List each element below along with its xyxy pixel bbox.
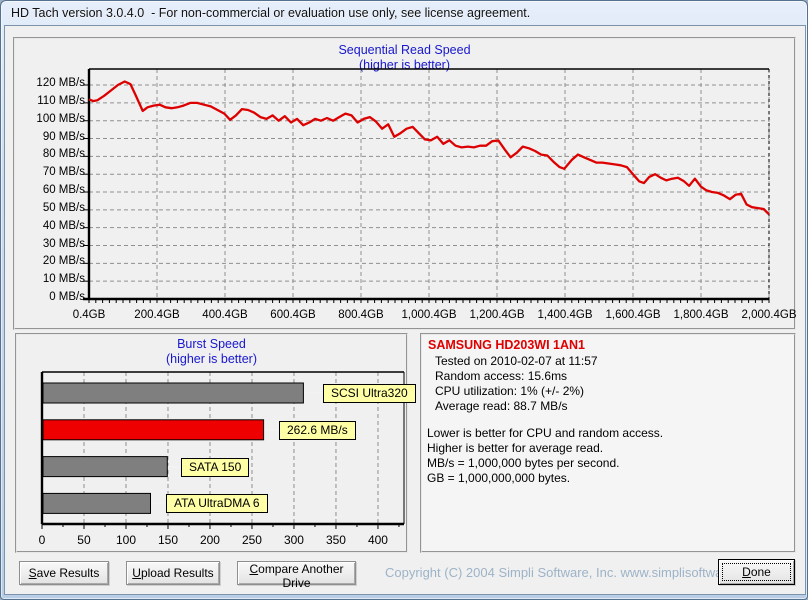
burst-bar-tag: SATA 150: [181, 457, 250, 477]
burst-bar-tag: 262.6 MB/s: [279, 420, 356, 440]
copyright-text: Copyright (C) 2004 Simpli Software, Inc.…: [385, 565, 763, 580]
drive-stat-line: Tested on 2010-02-07 at 11:57: [435, 354, 598, 368]
y-axis-label: 40 MB/s: [42, 219, 85, 232]
y-axis-label: 20 MB/s: [42, 255, 85, 268]
burst-x-axis-label: 50: [77, 533, 91, 547]
y-axis-label: 120 MB/s: [36, 77, 85, 90]
y-axis-label: 110 MB/s: [37, 94, 85, 107]
burst-x-axis-label: 200: [199, 533, 220, 547]
drive-info-panel: SAMSUNG HD203WI 1AN1 Tested on 2010-02-0…: [420, 333, 796, 553]
y-axis-label: 0 MB/s: [49, 291, 85, 303]
burst-chart-title-line2: (higher is better): [165, 352, 257, 366]
burst-x-axis-label: 350: [325, 533, 346, 547]
burst-speed-panel: Burst Speed (higher is better) SCSI Ultr…: [15, 333, 416, 553]
burst-chart-title-line1: Burst Speed: [177, 337, 246, 351]
hd-tach-window: HD Tach version 3.0.4.0 - For non-commer…: [0, 0, 808, 600]
burst-x-axis-label: 100: [115, 533, 136, 547]
x-axis-label: 2,000.4GB: [741, 309, 797, 321]
upload-results-button[interactable]: Upload Results: [126, 561, 220, 585]
burst-bar-tag: SCSI Ultra320: [323, 384, 416, 403]
burst-x-axis-label: 150: [157, 533, 178, 547]
drive-stats: Tested on 2010-02-07 at 11:57 Random acce…: [435, 354, 598, 414]
y-axis-label: 10 MB/s: [42, 273, 85, 286]
sequential-chart-title-line1: Sequential Read Speed: [338, 43, 471, 57]
burst-bar: [42, 382, 304, 404]
drive-stat-line: CPU utilization: 1% (+/- 2%): [435, 384, 585, 398]
y-axis-label: 60 MB/s: [42, 184, 85, 197]
drive-stat-line: Average read: 88.7 MB/s: [435, 399, 568, 413]
drive-note-line: GB = 1,000,000,000 bytes.: [427, 471, 571, 485]
drive-note-line: Lower is better for CPU and random acces…: [427, 426, 664, 440]
burst-bar: [42, 492, 151, 514]
y-axis-label: 50 MB/s: [42, 201, 85, 214]
y-axis-label: 100 MB/s: [36, 112, 85, 125]
drive-stat-line: Random access: 15.6ms: [435, 369, 568, 383]
y-axis-label: 70 MB/s: [42, 166, 85, 179]
burst-bar: [42, 456, 168, 478]
window-client-area: Sequential Read Speed (higher is better)…: [4, 25, 806, 595]
burst-x-axis-label: 250: [241, 533, 262, 547]
save-results-button[interactable]: Save Results: [19, 561, 109, 585]
burst-bar: [42, 419, 265, 441]
window-title: HD Tach version 3.0.4.0 - For non-commer…: [11, 6, 531, 20]
y-axis-label: 80 MB/s: [42, 148, 85, 161]
drive-note-line: Higher is better for average read.: [427, 441, 604, 455]
done-button[interactable]: Done: [718, 559, 795, 585]
sequential-read-panel: Sequential Read Speed (higher is better)…: [13, 37, 796, 330]
burst-x-axis-label: 0: [38, 533, 46, 547]
burst-bar-tag: ATA UltraDMA 6: [166, 494, 268, 514]
sequential-read-chart: [83, 68, 770, 303]
drive-name: SAMSUNG HD203WI 1AN1: [428, 338, 585, 352]
y-axis-label: 90 MB/s: [42, 130, 85, 143]
burst-x-axis-label: 400: [367, 533, 388, 547]
y-axis-label: 30 MB/s: [42, 237, 85, 250]
drive-note-line: MB/s = 1,000,000 bytes per second.: [427, 456, 620, 470]
window-titlebar[interactable]: HD Tach version 3.0.4.0 - For non-commer…: [1, 1, 807, 25]
drive-notes: Lower is better for CPU and random acces…: [427, 426, 663, 486]
compare-another-drive-button[interactable]: Compare Another Drive: [237, 561, 356, 590]
burst-chart-title: Burst Speed (higher is better): [17, 337, 406, 367]
burst-x-axis-label: 300: [283, 533, 304, 547]
